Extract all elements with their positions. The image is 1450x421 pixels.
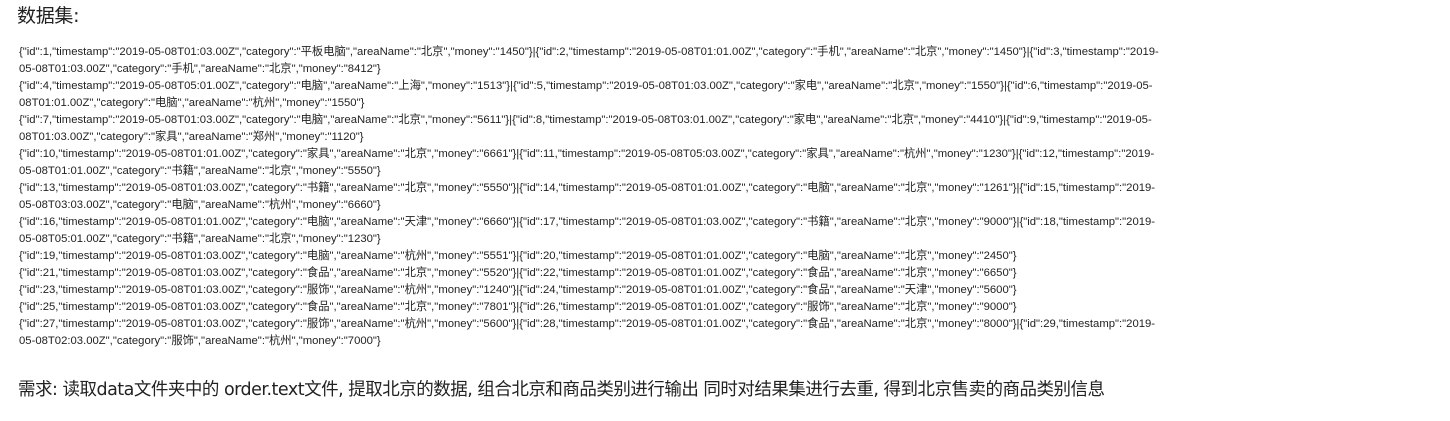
dataset-line: {"id":1,"timestamp":"2019-05-08T01:03.00…	[19, 46, 1159, 58]
dataset-line: {"id":7,"timestamp":"2019-05-08T01:03.00…	[19, 114, 1152, 126]
dataset-line: 08T01:03.00Z","category":"家具","areaName"…	[19, 131, 364, 143]
dataset-line: 05-08T05:01.00Z","category":"书籍","areaNa…	[19, 233, 381, 245]
dataset-heading: 数据集:	[17, 5, 80, 27]
document-page: 数据集: {"id":1,"timestamp":"2019-05-08T01:…	[0, 0, 1450, 421]
dataset-line: {"id":4,"timestamp":"2019-05-08T05:01.00…	[19, 80, 1153, 92]
dataset-line: {"id":19,"timestamp":"2019-05-08T01:03.0…	[19, 250, 1017, 262]
dataset-line: {"id":21,"timestamp":"2019-05-08T01:03.0…	[19, 267, 1017, 279]
dataset-line: {"id":23,"timestamp":"2019-05-08T01:03.0…	[19, 284, 1017, 296]
dataset-line: {"id":10,"timestamp":"2019-05-08T01:01.0…	[19, 148, 1155, 160]
requirement-text: 需求: 读取data文件夹中的 order.text文件, 提取北京的数据, 组…	[18, 380, 1105, 400]
dataset-line: 08T01:01.00Z","category":"电脑","areaName"…	[19, 97, 365, 109]
dataset-line: 05-08T02:03.00Z","category":"服饰","areaNa…	[19, 335, 381, 347]
dataset-line: {"id":27,"timestamp":"2019-05-08T01:03.0…	[19, 318, 1156, 330]
dataset-line: 05-08T03:03.00Z","category":"电脑","areaNa…	[19, 199, 381, 211]
dataset-line: {"id":13,"timestamp":"2019-05-08T01:03.0…	[19, 182, 1156, 194]
dataset-line: 05-08T01:03.00Z","category":"手机","areaNa…	[19, 63, 381, 75]
dataset-line: 05-08T01:01.00Z","category":"书籍","areaNa…	[19, 165, 381, 177]
dataset-text-block: {"id":1,"timestamp":"2019-05-08T01:03.00…	[19, 44, 1434, 350]
dataset-line: {"id":25,"timestamp":"2019-05-08T01:03.0…	[19, 301, 1017, 313]
dataset-line: {"id":16,"timestamp":"2019-05-08T01:01.0…	[19, 216, 1156, 228]
